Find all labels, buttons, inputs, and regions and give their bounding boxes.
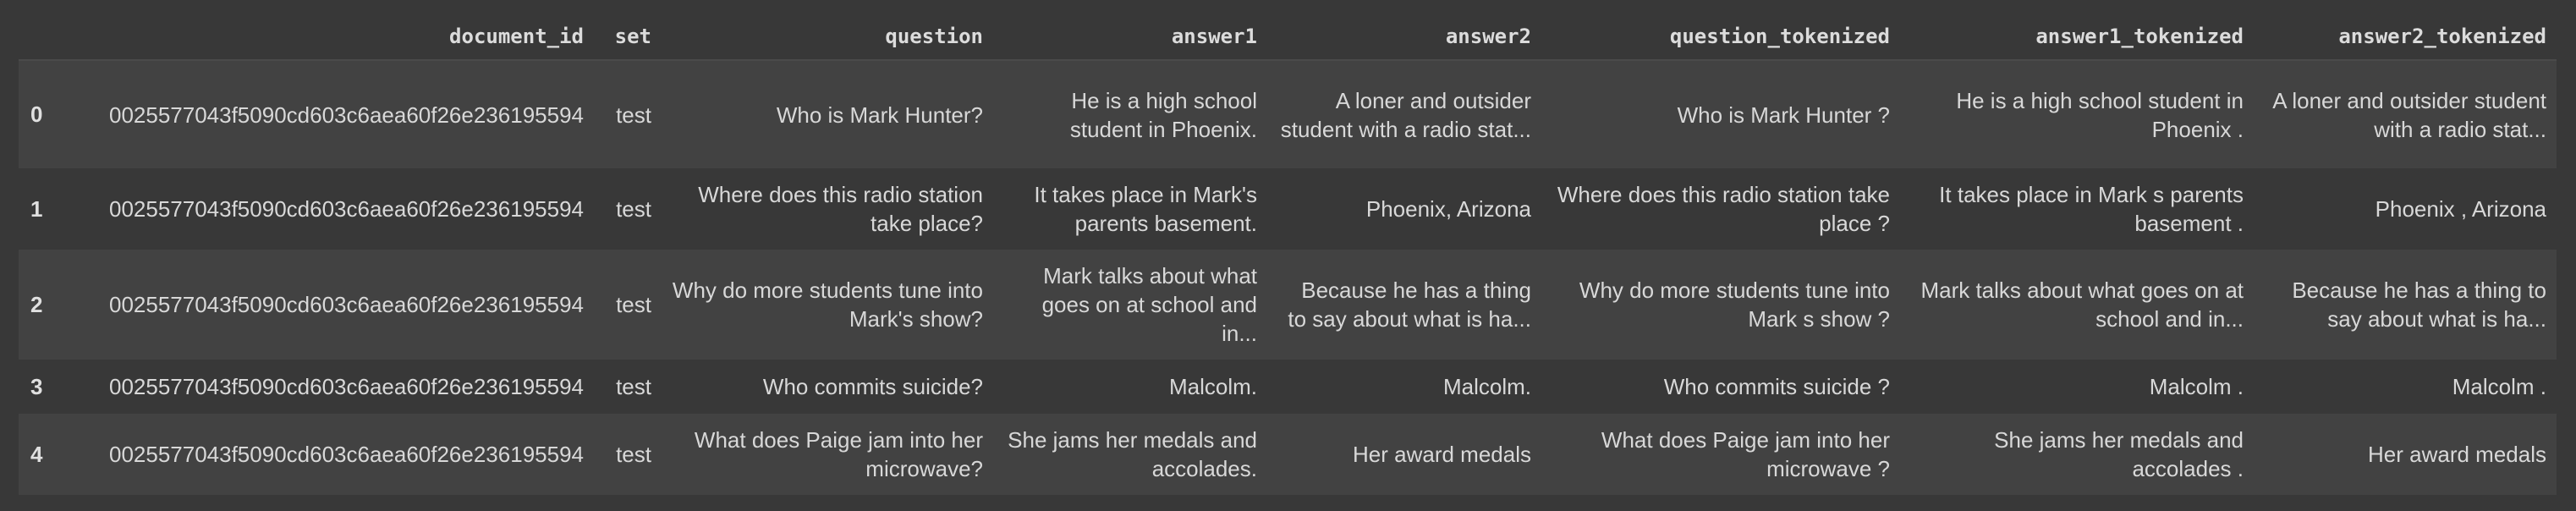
table-row: 1 0025577043f5090cd603c6aea60f26e2361955… — [19, 168, 2557, 250]
cell-question: Who is Mark Hunter? — [776, 102, 983, 128]
cell-set: test — [616, 102, 651, 128]
cell-answer2-tokenized: A loner and outsider student with a radi… — [2272, 87, 2546, 142]
cell-answer1: It takes place in Mark's parents basemen… — [1034, 182, 1257, 236]
table-row: 2 0025577043f5090cd603c6aea60f26e2361955… — [19, 250, 2557, 360]
row-index: 3 — [30, 373, 43, 399]
cell-answer2: Because he has a thing to say about what… — [1288, 277, 1531, 332]
cell-answer1-tokenized: Malcolm . — [2149, 374, 2244, 399]
column-header-answer2: answer2 — [1267, 14, 1541, 61]
header-row: document_id set question answer1 answer2… — [19, 14, 2557, 61]
cell-document-id: 0025577043f5090cd603c6aea60f26e236195594 — [108, 102, 584, 128]
cell-question: Who commits suicide? — [762, 374, 983, 399]
cell-answer1-tokenized: It takes place in Mark s parents basemen… — [1939, 182, 2244, 236]
column-header-document-id: document_id — [58, 14, 594, 61]
cell-question-tokenized: Why do more students tune into Mark s sh… — [1579, 277, 1890, 332]
cell-answer1: Mark talks about what goes on at school … — [1041, 263, 1257, 346]
column-header-answer1-tokenized: answer1_tokenized — [1900, 14, 2254, 61]
cell-answer2: Phoenix, Arizona — [1365, 196, 1531, 222]
cell-answer1-tokenized: He is a high school student in Phoenix . — [1956, 87, 2244, 142]
cell-answer1: Malcolm. — [1168, 374, 1257, 399]
column-header-answer2-tokenized: answer2_tokenized — [2254, 14, 2557, 61]
cell-document-id: 0025577043f5090cd603c6aea60f26e236195594 — [108, 292, 584, 317]
cell-answer1-tokenized: Mark talks about what goes on at school … — [1920, 277, 2244, 332]
table-row: 3 0025577043f5090cd603c6aea60f26e2361955… — [19, 360, 2557, 414]
cell-question-tokenized: Who is Mark Hunter ? — [1677, 102, 1890, 128]
cell-answer2: A loner and outsider student with a radi… — [1280, 87, 1531, 142]
table-row: 0 0025577043f5090cd603c6aea60f26e2361955… — [19, 60, 2557, 168]
cell-question-tokenized: Who commits suicide ? — [1663, 374, 1890, 399]
row-index: 0 — [30, 102, 43, 127]
cell-question: Why do more students tune into Mark's sh… — [672, 277, 983, 332]
dataframe-table: document_id set question answer1 answer2… — [19, 14, 2557, 495]
cell-set: test — [616, 196, 651, 222]
row-index: 1 — [30, 195, 43, 222]
cell-question: Where does this radio station take place… — [698, 182, 983, 236]
cell-document-id: 0025577043f5090cd603c6aea60f26e236195594 — [108, 374, 584, 399]
cell-question-tokenized: What does Paige jam into her microwave ? — [1601, 427, 1890, 481]
column-header-index — [19, 14, 58, 61]
cell-answer2-tokenized: Malcolm . — [2452, 374, 2546, 399]
column-header-question-tokenized: question_tokenized — [1541, 14, 1900, 61]
cell-set: test — [616, 442, 651, 467]
cell-answer1-tokenized: She jams her medals and accolades . — [1994, 427, 2244, 481]
cell-answer1: He is a high school student in Phoenix. — [1069, 87, 1257, 142]
column-header-question: question — [662, 14, 993, 61]
cell-answer2: Malcolm. — [1442, 374, 1531, 399]
cell-answer2-tokenized: Phoenix , Arizona — [2375, 196, 2546, 222]
column-header-set: set — [594, 14, 662, 61]
cell-question: What does Paige jam into her microwave? — [694, 427, 983, 481]
table-row: 4 0025577043f5090cd603c6aea60f26e2361955… — [19, 414, 2557, 495]
row-index: 4 — [30, 441, 43, 467]
cell-set: test — [616, 292, 651, 317]
cell-answer2-tokenized: Because he has a thing to say about what… — [2292, 277, 2546, 332]
row-index: 2 — [30, 291, 43, 317]
dataframe-output: document_id set question answer1 answer2… — [0, 0, 2576, 511]
cell-document-id: 0025577043f5090cd603c6aea60f26e236195594 — [108, 442, 584, 467]
column-header-answer1: answer1 — [993, 14, 1267, 61]
cell-question-tokenized: Where does this radio station take place… — [1557, 182, 1890, 236]
cell-set: test — [616, 374, 651, 399]
cell-answer2: Her award medals — [1353, 442, 1531, 467]
cell-answer1: She jams her medals and accolades. — [1008, 427, 1257, 481]
cell-answer2-tokenized: Her award medals — [2368, 442, 2546, 467]
cell-document-id: 0025577043f5090cd603c6aea60f26e236195594 — [108, 196, 584, 222]
